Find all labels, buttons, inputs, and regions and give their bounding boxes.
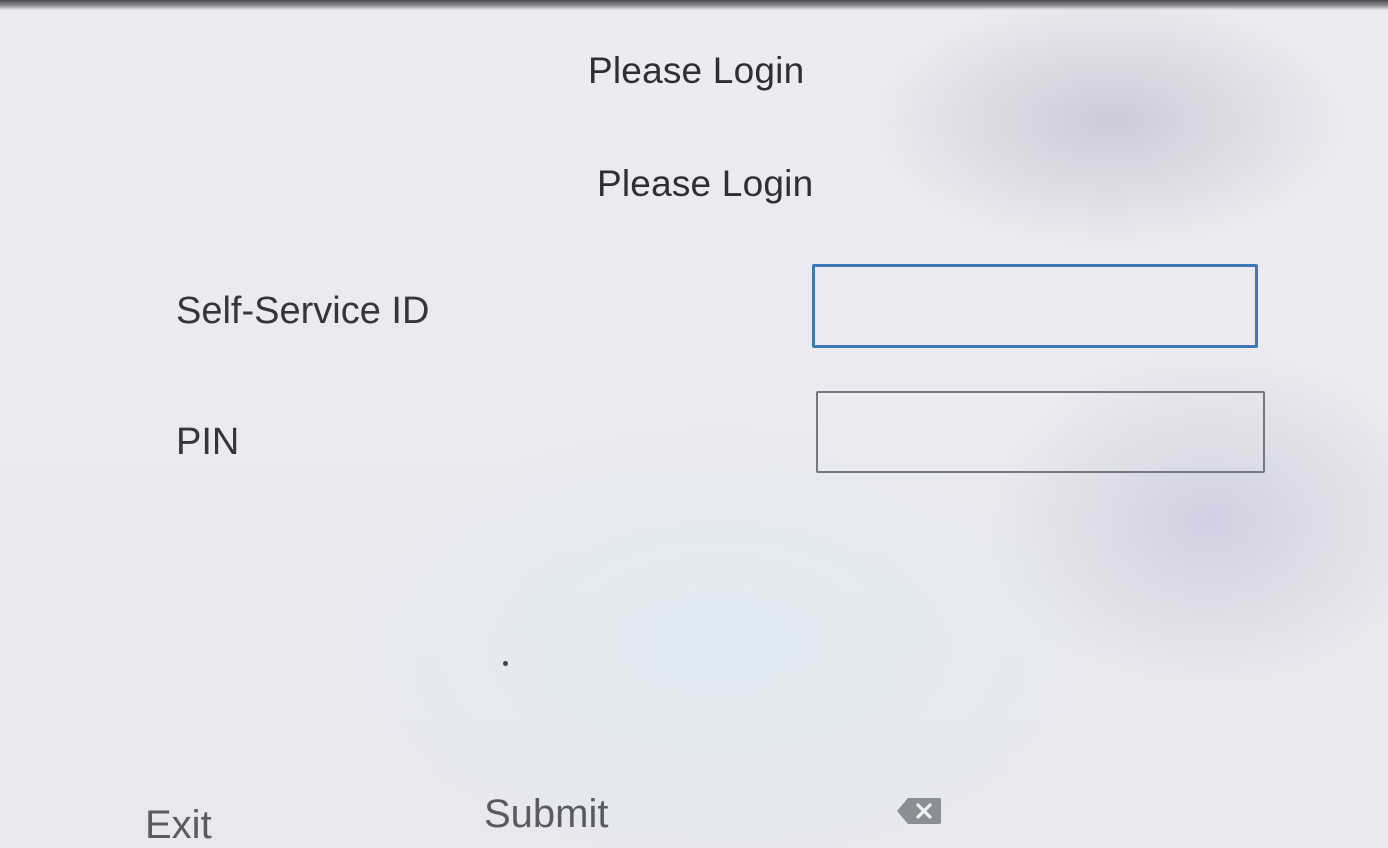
page-title: Please Login [588,50,805,91]
exit-button[interactable]: Exit [145,805,212,845]
login-screen: Please Login Please Login Self-Service I… [0,0,1388,848]
self-service-id-label: Self-Service ID [176,290,430,332]
pin-input[interactable] [818,393,1263,471]
pin-field[interactable] [816,391,1265,473]
screen-top-edge [0,0,1388,10]
screen-speck [503,661,508,666]
page-subtitle: Please Login [597,163,814,204]
self-service-id-field[interactable] [812,264,1258,348]
pin-label: PIN [176,421,240,463]
submit-button[interactable]: Submit [484,794,609,834]
backspace-icon[interactable] [895,796,943,826]
self-service-id-input[interactable] [815,267,1255,345]
